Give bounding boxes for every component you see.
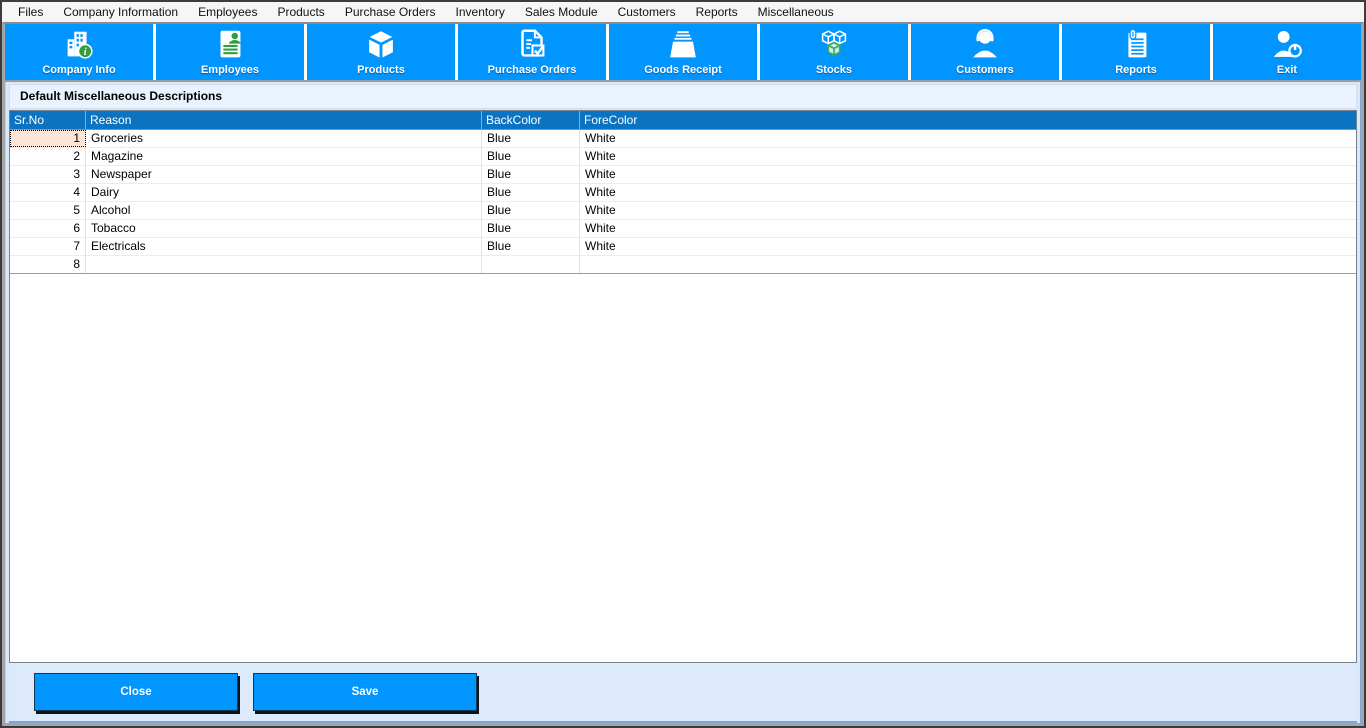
toolbar-button-label: Reports <box>1115 64 1157 76</box>
toolbar-button-label: Goods Receipt <box>644 64 722 76</box>
column-header-sr-no[interactable]: Sr.No <box>10 111 86 129</box>
company-info-icon: i <box>60 26 98 63</box>
cell-back-color[interactable] <box>482 256 580 273</box>
table-row: 8 <box>10 256 1356 274</box>
table-row: 2 Magazine Blue White <box>10 148 1356 166</box>
menu-item-company-information[interactable]: Company Information <box>53 2 188 22</box>
miscellaneous-grid: Sr.No Reason BackColor ForeColor 1 Groceries… <box>9 110 1357 663</box>
grid-empty-area <box>10 274 1356 662</box>
toolbar-button-customers[interactable]: Customers <box>911 24 1062 80</box>
products-icon <box>362 26 400 63</box>
toolbar-button-stocks[interactable]: Stocks <box>760 24 911 80</box>
cell-sr-no[interactable]: 8 <box>10 256 86 273</box>
toolbar-button-label: Products <box>357 64 405 76</box>
toolbar-button-label: Company Info <box>42 64 116 76</box>
exit-icon <box>1268 26 1306 63</box>
app-window: Files Company Information Employees Product… <box>0 0 1366 728</box>
main-content: Default Miscellaneous Descriptions Sr.No… <box>5 82 1361 723</box>
column-header-reason[interactable]: Reason <box>86 111 482 129</box>
menu-item-employees[interactable]: Employees <box>188 2 267 22</box>
table-row: 3 Newspaper Blue White <box>10 166 1356 184</box>
toolbar-button-label: Exit <box>1276 64 1298 76</box>
employees-icon <box>211 26 249 63</box>
toolbar-button-label: Stocks <box>815 64 853 76</box>
menu-item-inventory[interactable]: Inventory <box>446 2 515 22</box>
cell-back-color[interactable]: Blue <box>482 130 580 147</box>
goods-receipt-icon <box>664 26 702 63</box>
cell-sr-no[interactable]: 5 <box>10 202 86 219</box>
cell-fore-color[interactable] <box>580 256 1356 273</box>
cell-reason[interactable]: Alcohol <box>86 202 482 219</box>
svg-text:i: i <box>84 46 87 57</box>
toolbar-button-company-info[interactable]: i Company Info <box>5 24 156 80</box>
cell-fore-color[interactable]: White <box>580 202 1356 219</box>
menu-bar: Files Company Information Employees Product… <box>2 2 1364 22</box>
cell-sr-no[interactable]: 4 <box>10 184 86 201</box>
stocks-icon <box>815 26 853 63</box>
menu-item-products[interactable]: Products <box>267 2 334 22</box>
close-button[interactable]: Close <box>34 673 238 711</box>
cell-reason[interactable] <box>86 256 482 273</box>
cell-back-color[interactable]: Blue <box>482 184 580 201</box>
grid-header-row: Sr.No Reason BackColor ForeColor <box>10 111 1356 130</box>
cell-reason[interactable]: Newspaper <box>86 166 482 183</box>
purchase-orders-icon <box>513 26 551 63</box>
window-frame: i Company Info Employees Products Purcha… <box>2 22 1364 726</box>
toolbar-button-label: Purchase Orders <box>487 64 577 76</box>
menu-item-purchase-orders[interactable]: Purchase Orders <box>335 2 446 22</box>
toolbar-button-goods-receipt[interactable]: Goods Receipt <box>609 24 760 80</box>
cell-sr-no[interactable]: 1 <box>10 130 86 147</box>
table-row: 1 Groceries Blue White <box>10 130 1356 148</box>
toolbar-button-label: Customers <box>956 64 1014 76</box>
cell-fore-color[interactable]: White <box>580 130 1356 147</box>
menu-item-files[interactable]: Files <box>8 2 53 22</box>
cell-reason[interactable]: Groceries <box>86 130 482 147</box>
toolbar-button-products[interactable]: Products <box>307 24 458 80</box>
reports-icon <box>1117 26 1155 63</box>
cell-sr-no[interactable]: 3 <box>10 166 86 183</box>
cell-back-color[interactable]: Blue <box>482 166 580 183</box>
cell-sr-no[interactable]: 7 <box>10 238 86 255</box>
footer-panel: Close Save <box>9 663 1357 723</box>
cell-fore-color[interactable]: White <box>580 184 1356 201</box>
column-header-forecolor[interactable]: ForeColor <box>580 111 1356 129</box>
main-toolbar: i Company Info Employees Products Purcha… <box>5 24 1361 82</box>
cell-back-color[interactable]: Blue <box>482 148 580 165</box>
column-header-backcolor[interactable]: BackColor <box>482 111 580 129</box>
table-row: 6 Tobacco Blue White <box>10 220 1356 238</box>
toolbar-button-label: Employees <box>200 64 260 76</box>
cell-reason[interactable]: Dairy <box>86 184 482 201</box>
toolbar-button-employees[interactable]: Employees <box>156 24 307 80</box>
table-row: 5 Alcohol Blue White <box>10 202 1356 220</box>
table-row: 4 Dairy Blue White <box>10 184 1356 202</box>
cell-fore-color[interactable]: White <box>580 220 1356 237</box>
cell-reason[interactable]: Electricals <box>86 238 482 255</box>
cell-sr-no[interactable]: 2 <box>10 148 86 165</box>
menu-item-miscellaneous[interactable]: Miscellaneous <box>748 2 844 22</box>
cell-fore-color[interactable]: White <box>580 166 1356 183</box>
menu-item-customers[interactable]: Customers <box>608 2 686 22</box>
table-row: 7 Electricals Blue White <box>10 238 1356 256</box>
cell-back-color[interactable]: Blue <box>482 220 580 237</box>
cell-sr-no[interactable]: 6 <box>10 220 86 237</box>
toolbar-button-exit[interactable]: Exit <box>1213 24 1361 80</box>
toolbar-button-purchase-orders[interactable]: Purchase Orders <box>458 24 609 80</box>
toolbar-button-reports[interactable]: Reports <box>1062 24 1213 80</box>
cell-reason[interactable]: Magazine <box>86 148 482 165</box>
cell-back-color[interactable]: Blue <box>482 238 580 255</box>
menu-item-sales-module[interactable]: Sales Module <box>515 2 608 22</box>
cell-fore-color[interactable]: White <box>580 238 1356 255</box>
cell-back-color[interactable]: Blue <box>482 202 580 219</box>
cell-reason[interactable]: Tobacco <box>86 220 482 237</box>
grid-rows: 1 Groceries Blue White 2 Magazine Blue White 3 Ne… <box>10 130 1356 274</box>
save-button[interactable]: Save <box>253 673 477 711</box>
customers-icon <box>966 26 1004 63</box>
page-title: Default Miscellaneous Descriptions <box>9 84 1357 109</box>
cell-fore-color[interactable]: White <box>580 148 1356 165</box>
menu-item-reports[interactable]: Reports <box>686 2 748 22</box>
